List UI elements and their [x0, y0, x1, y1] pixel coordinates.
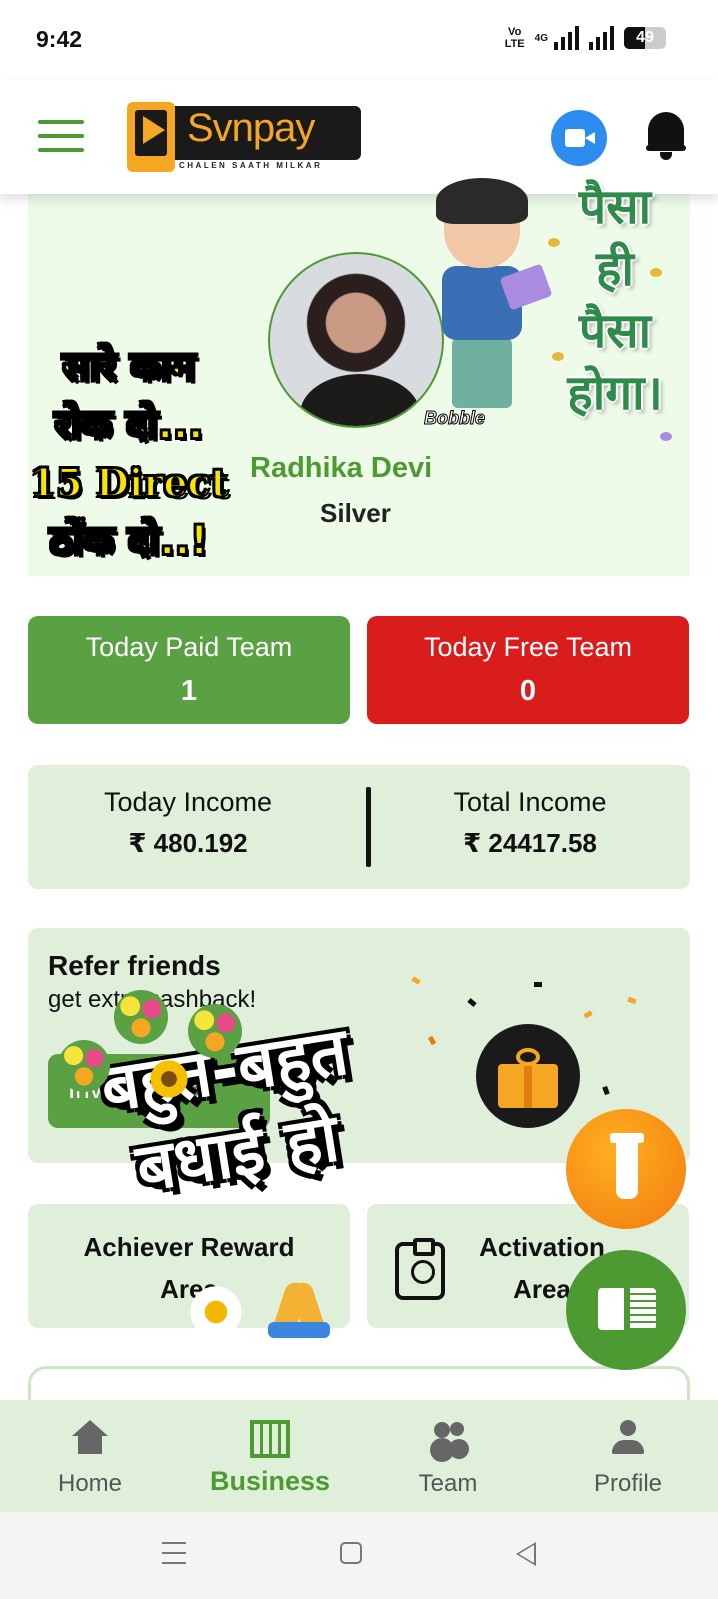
bouquet-icon — [58, 1040, 110, 1092]
today-income-value: ₹ 480.192 — [128, 828, 248, 858]
today-income: Today Income ₹ 480.192 — [38, 787, 338, 859]
paid-team-label: Today Paid Team — [85, 632, 293, 662]
paid-team-value: 1 — [180, 675, 198, 707]
app-screen: 9:42 Vo LTE 4G 49 Svnpay CHALEN SAATH MI… — [0, 0, 718, 1599]
free-team-value: 0 — [519, 675, 537, 707]
sticker-right: पैसा ही पैसा होगा। — [567, 179, 663, 421]
video-camera-icon — [565, 129, 595, 147]
status-icons: Vo LTE 4G 49 — [505, 26, 666, 50]
confetti — [534, 982, 542, 987]
recent-apps-icon[interactable] — [162, 1542, 186, 1572]
refer-title: Refer friends — [48, 950, 221, 981]
guide-fab[interactable] — [566, 1250, 686, 1370]
confetti — [411, 976, 421, 985]
free-team-label: Today Free Team — [423, 632, 633, 662]
system-nav-bar — [0, 1512, 718, 1599]
battery-icon: 49 — [624, 27, 666, 49]
profile-name: Radhika Devi — [250, 452, 433, 484]
battery-level: 49 — [636, 29, 654, 46]
sticker-brand: Bobble — [424, 408, 486, 429]
nav-home[interactable]: Home — [0, 1400, 180, 1512]
video-call-button[interactable] — [551, 110, 607, 166]
sunflower-icon — [148, 1058, 190, 1100]
home-icon — [70, 1420, 110, 1458]
svnpay-logo: Svnpay CHALEN SAATH MILKAR — [127, 102, 361, 172]
today-income-label: Today Income — [103, 787, 273, 817]
signal-icon — [554, 26, 579, 50]
income-card: Today Income ₹ 480.192 Total Income ₹ 24… — [28, 765, 690, 889]
nav-profile[interactable]: Profile — [538, 1400, 718, 1512]
signal-icon — [589, 26, 614, 50]
today-paid-team-card[interactable]: Today Paid Team 1 — [28, 616, 350, 724]
logo-tagline: CHALEN SAATH MILKAR — [179, 161, 323, 170]
status-time: 9:42 — [36, 26, 83, 52]
confetti — [583, 1010, 593, 1019]
status-bar: 9:42 Vo LTE 4G 49 — [0, 0, 718, 80]
total-income-label: Total Income — [453, 787, 607, 817]
bouquet-icon — [114, 990, 168, 1044]
total-income: Total Income ₹ 24417.58 — [380, 787, 680, 859]
total-income-value: ₹ 24417.58 — [463, 828, 597, 858]
avatar[interactable] — [268, 252, 444, 428]
menu-icon[interactable] — [38, 120, 84, 154]
cartoon-boy-sticker: Bobble — [420, 178, 553, 438]
bouquet-icon — [188, 1004, 242, 1058]
coin-icon — [552, 352, 564, 361]
trimmer-fab[interactable] — [566, 1109, 686, 1229]
bell-icon[interactable] — [646, 112, 686, 162]
achiever-reward-title: Achiever Reward — [83, 1232, 295, 1262]
profile-rank: Silver — [320, 498, 391, 528]
confetti — [627, 996, 637, 1005]
volte-indicator: Vo LTE — [504, 26, 525, 50]
bottom-nav: Home Business Team Profile — [0, 1400, 718, 1512]
nav-team[interactable]: Team — [358, 1400, 538, 1512]
arrow-icon — [143, 116, 165, 144]
confetti — [427, 1035, 437, 1046]
coin-icon — [660, 432, 672, 441]
gift-icon — [476, 1024, 580, 1128]
book-icon — [598, 1288, 656, 1330]
confetti — [467, 998, 477, 1007]
sticker-left: सारे काम रोक दो... 15 Direct ठोंक दो..! — [29, 343, 229, 565]
logo-text: Svnpay — [187, 106, 315, 150]
home-button-icon[interactable] — [340, 1542, 362, 1564]
daisy-icon — [186, 1282, 246, 1342]
back-icon[interactable] — [516, 1542, 536, 1566]
profile-icon — [608, 1420, 648, 1458]
trimmer-icon — [610, 1133, 644, 1199]
nav-business[interactable]: Business — [180, 1400, 360, 1512]
business-icon — [250, 1420, 290, 1458]
today-free-team-card[interactable]: Today Free Team 0 — [367, 616, 689, 724]
confetti — [602, 1085, 610, 1096]
team-icon — [428, 1420, 468, 1458]
folded-hands-icon — [268, 1282, 330, 1338]
coin-icon — [548, 238, 560, 247]
network-type: 4G — [534, 32, 548, 44]
coin-icon — [650, 268, 662, 277]
income-divider — [366, 787, 371, 867]
